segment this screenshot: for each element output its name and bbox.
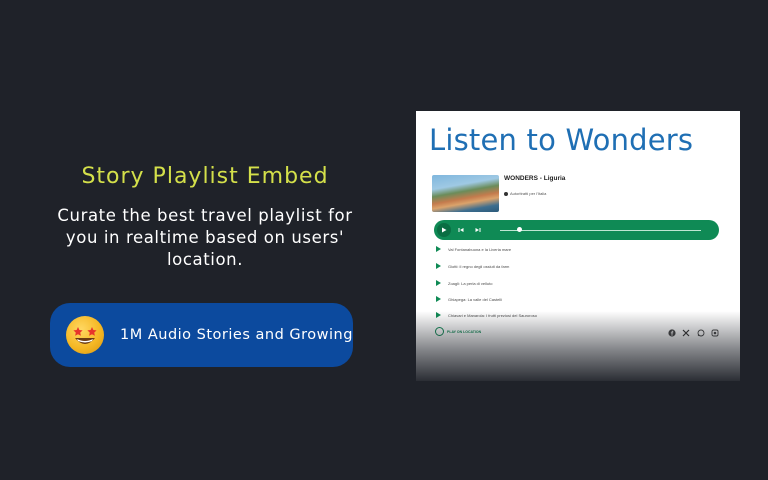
section-description: Curate the best travel playlist for you … xyxy=(57,206,353,269)
track-thumbnail xyxy=(432,175,499,212)
play-icon xyxy=(436,296,441,302)
skip-forward-icon[interactable] xyxy=(471,223,485,237)
playlist-item[interactable]: Zoagli: La perla di velluto xyxy=(436,280,492,286)
playlist-item-label: Zoagli: La perla di velluto xyxy=(448,280,493,286)
playlist-item[interactable]: Ghiapega: La valle del Castelli xyxy=(436,296,502,302)
playlist-item-label: Val Fontanabuona e la Liveria mare xyxy=(448,246,512,252)
page: Story Playlist Embed Curate the best tra… xyxy=(0,0,768,480)
progress-track[interactable] xyxy=(500,229,701,231)
play-on-location-logo[interactable]: PLAY ON LOCATION xyxy=(435,327,481,336)
audio-stories-label: 1M Audio Stories and Growing xyxy=(120,327,353,343)
x-icon[interactable] xyxy=(681,328,690,337)
play-icon xyxy=(436,263,441,269)
section-heading: Story Playlist Embed xyxy=(81,164,329,189)
progress-knob[interactable] xyxy=(517,227,522,232)
playlist-item-label: Chiavari e Manarola: I frutti preziosi d… xyxy=(448,312,537,318)
track-subtitle-text: Autoritratti per l'Italia xyxy=(510,191,547,196)
preview-fade-overlay xyxy=(416,311,740,381)
whatsapp-icon[interactable] xyxy=(696,328,705,337)
audio-player xyxy=(434,220,719,240)
play-icon xyxy=(436,246,441,252)
track-title: WONDERS - Liguria xyxy=(504,175,566,182)
playlist-item-label: Ghiapega: La valle del Castelli xyxy=(448,296,503,302)
facebook-icon[interactable] xyxy=(667,328,676,337)
playlist-item[interactable]: Val Fontanabuona e la Liveria mare xyxy=(436,246,511,252)
playlist-item[interactable]: Giotti: il regno degli ossiuti da farm xyxy=(436,263,509,269)
playlist-item[interactable]: Chiavari e Manarola: I frutti preziosi d… xyxy=(436,312,537,318)
logo-text: PLAY ON LOCATION xyxy=(447,329,482,334)
track-subtitle: Autoritratti per l'Italia xyxy=(504,191,546,196)
play-icon xyxy=(436,280,441,286)
star-struck-emoji-icon xyxy=(66,316,104,354)
preview-title: Listen to Wonders xyxy=(429,123,694,157)
play-icon[interactable] xyxy=(437,223,451,237)
share-icon[interactable] xyxy=(710,328,719,337)
playlist-item-label: Giotti: il regno degli ossiuti da farm xyxy=(448,263,510,269)
playlist-embed-preview: Listen to Wonders WONDERS - Liguria Auto… xyxy=(416,111,740,381)
audio-stories-button[interactable]: 1M Audio Stories and Growing xyxy=(50,303,353,367)
skip-back-icon[interactable] xyxy=(454,223,468,237)
logo-mark-icon xyxy=(435,327,444,336)
play-icon xyxy=(436,312,441,318)
author-icon xyxy=(504,191,508,196)
